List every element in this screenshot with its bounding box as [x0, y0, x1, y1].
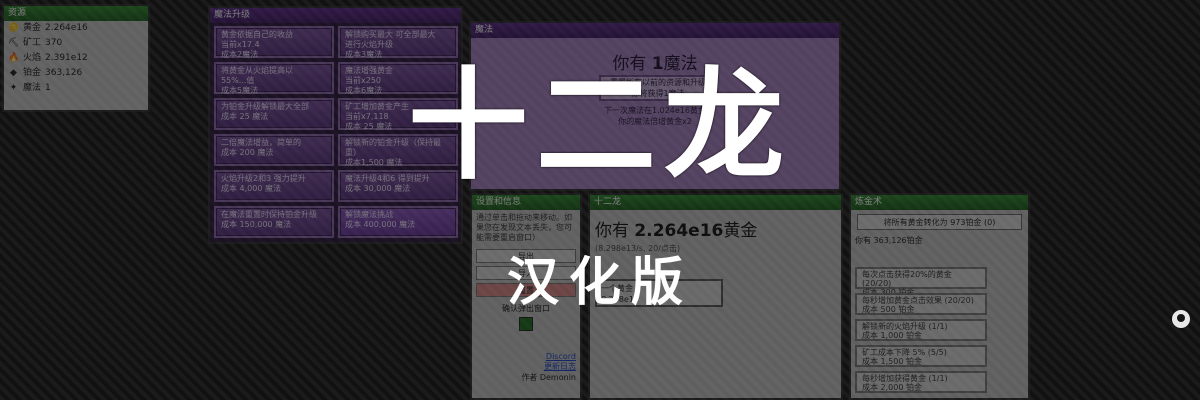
magic-upgrade-text: 进行火焰升级	[345, 40, 393, 49]
resource-row-fire: 🔥 火焰 2.391e12	[4, 51, 148, 66]
banner-title: 十二龙	[408, 57, 792, 196]
resource-row-magic: ✦ 魔法 1	[4, 81, 148, 96]
resource-row-platinum: ◆ 铂金 363,126	[4, 66, 148, 81]
resource-row-miner: ⛏ 矿工 370	[4, 36, 148, 51]
settings-info-text: 通过单击和拖动来移动。如果您在发现文本丢失，您可能需要重启窗口）	[476, 213, 572, 242]
gold-have-value: 2.264e16	[634, 221, 724, 241]
resource-value: 2.264e16	[45, 23, 88, 33]
alchemy-upgrade-text: 成本 1,500 铂金	[862, 357, 922, 366]
platinum-amount: 你有 363,126铂金	[855, 236, 923, 245]
resource-value: 1	[45, 83, 51, 93]
magic-upgrade-text: 成本 150,000 魔法	[221, 220, 292, 229]
discord-link[interactable]: Discord	[472, 352, 580, 362]
magic-upgrade-text: 成本 400,000 魔法	[345, 220, 416, 229]
resource-value: 2.391e12	[45, 53, 88, 63]
resource-label: 黄金	[23, 23, 42, 33]
magic-upgrade-text: 在魔法重置时保持铂金升级	[221, 210, 317, 219]
alchemy-upgrade-text: 解锁新的火焰升级 (1/1)	[862, 322, 948, 331]
alchemy-upgrade-button[interactable]: 每秒增加黄金点击效果 (20/20) 成本 500 铂金	[855, 293, 987, 315]
fire-icon: 🔥	[8, 53, 20, 63]
platinum-icon: ◆	[10, 68, 17, 78]
magic-upgrade-text: 黄金依据自己的收益	[221, 30, 293, 39]
banner-subtitle: 汉化版	[506, 253, 693, 313]
resources-title[interactable]: 资源	[4, 6, 148, 21]
magic-upgrade-button[interactable]: 解锁魔法挑战 成本 400,000 魔法	[338, 206, 458, 238]
alchemy-upgrade-button[interactable]: 解锁新的火焰升级 (1/1) 成本 1,000 铂金	[855, 319, 987, 341]
resource-label: 魔法	[23, 83, 42, 93]
gold-amount: 你有 2.264e16黄金	[590, 210, 841, 243]
magic-upgrades-title[interactable]: 魔法升级	[210, 8, 461, 23]
author-label: 作者 Demonin	[521, 373, 576, 382]
alchemy-upgrade-text: 成本 1,000 铂金	[862, 331, 922, 340]
resource-row-gold: 🪙 黄金 2.264e16	[4, 21, 148, 36]
resource-value: 363,126	[45, 68, 83, 78]
alchemy-upgrade-text: 成本 500 铂金	[862, 305, 915, 314]
alchemy-panel[interactable]: 炼金术 将所有黄金转化为 973铂金 (0) 你有 363,126铂金 每次点击…	[849, 193, 1030, 400]
magic-upgrade-text: 解锁魔法挑战	[345, 210, 393, 219]
magic-icon: ✦	[9, 83, 18, 93]
resources-panel[interactable]: 资源 🪙 黄金 2.264e16 ⛏ 矿工 370 🔥 火焰 2.391e12 …	[2, 4, 150, 112]
github-icon[interactable]	[1172, 310, 1190, 328]
alchemy-upgrade-text: 每秒增加获得黄金 (1/1)	[862, 374, 948, 383]
miner-icon: ⛏	[8, 38, 20, 48]
gold-have-suffix: 黄金	[723, 221, 758, 241]
magic-upgrade-text: 解锁购买最大 可全部最大	[345, 30, 436, 39]
gold-icon: 🪙	[8, 23, 20, 33]
convert-gold-button[interactable]: 将所有黄金转化为 973铂金 (0)	[857, 214, 1022, 230]
magic-upgrade-button[interactable]: 在魔法重置时保持铂金升级 成本 150,000 魔法	[214, 206, 334, 238]
alchemy-upgrade-text: 每次点击获得20%的黄金 (20/20)	[862, 270, 952, 288]
magic-title[interactable]: 魔法	[471, 23, 839, 38]
resource-label: 铂金	[23, 68, 42, 78]
resource-value: 370	[45, 38, 63, 48]
alchemy-upgrade-button[interactable]: 每秒增加获得黄金 (1/1) 成本 2,000 铂金	[855, 371, 987, 393]
alchemy-upgrade-text: 矿工成本下降 5% (5/5)	[862, 348, 947, 357]
alchemy-upgrade-button[interactable]: 矿工成本下降 5% (5/5) 成本 1,500 铂金	[855, 345, 987, 367]
alchemy-upgrade-text: 每秒增加黄金点击效果 (20/20)	[862, 296, 974, 305]
changelog-link[interactable]: 更新日志	[472, 362, 580, 372]
resource-label: 矿工	[23, 38, 42, 48]
gold-have-prefix: 你有	[595, 221, 629, 241]
alchemy-upgrade-text: 成本 2,000 铂金	[862, 383, 922, 392]
resource-label: 火焰	[23, 53, 42, 63]
alchemy-upgrade-button[interactable]: 每次点击获得20%的黄金 (20/20)成本 300 铂金	[855, 267, 987, 297]
confirm-popup-toggle[interactable]	[519, 317, 533, 331]
magic-upgrade-text: 当前x17.4	[221, 40, 260, 49]
